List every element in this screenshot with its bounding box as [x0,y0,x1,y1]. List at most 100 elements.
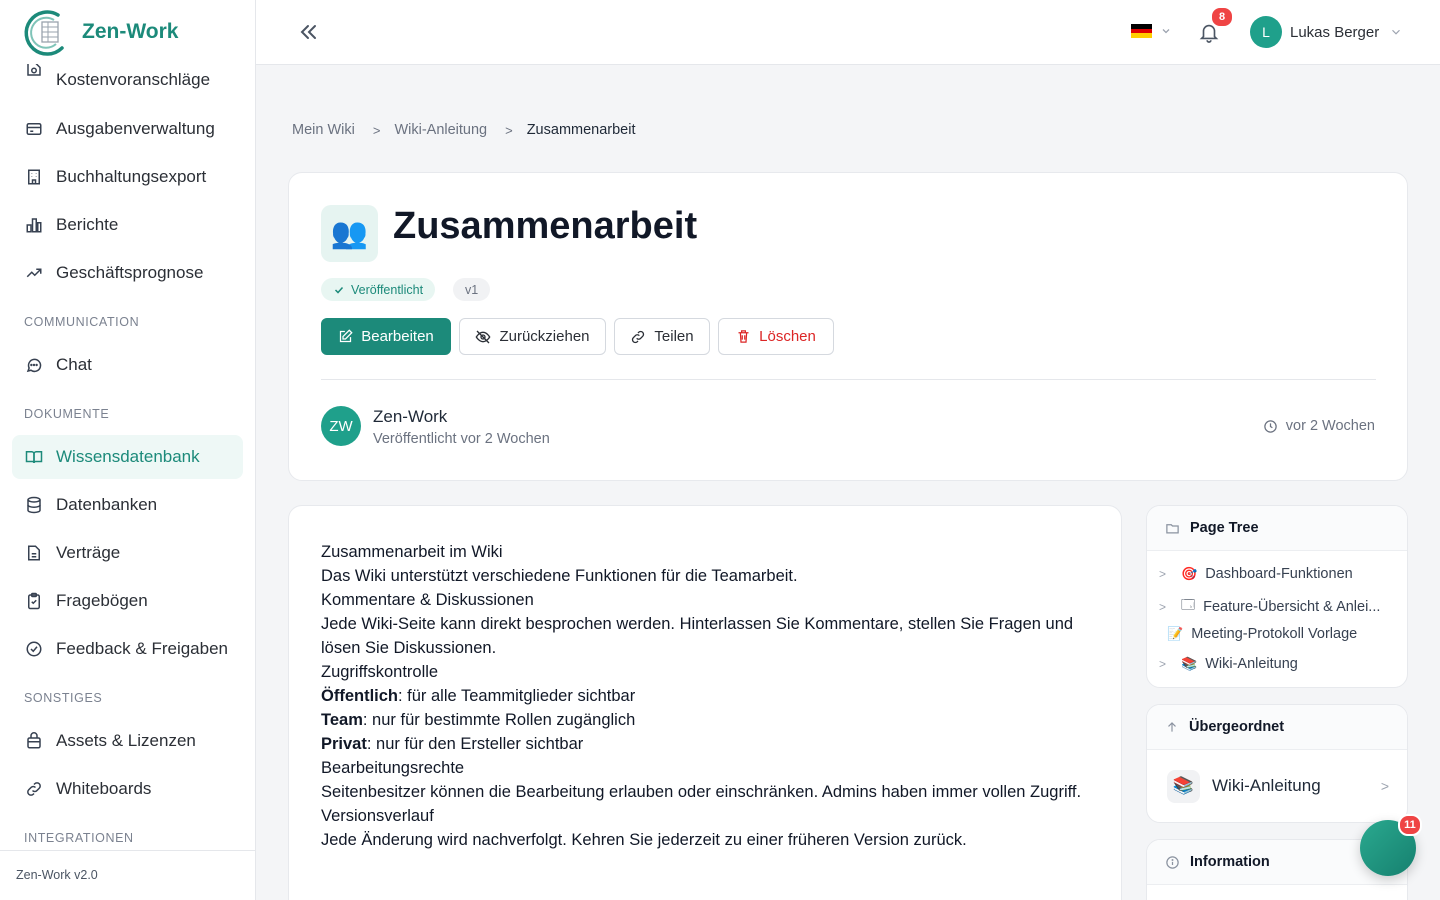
notifications-bell-icon[interactable]: 8 [1198,6,1234,44]
sidebar-item-label: Fragebögen [56,591,148,610]
content-bold: Öffentlich [321,687,398,705]
sidebar-item-label: Wissensdatenbank [56,447,200,466]
window-icon: 🗔 [1181,597,1196,612]
sidebar-item-label: Assets & Lizenzen [56,731,196,750]
sidebar-item-feedback-freigaben[interactable]: Feedback & Freigaben [12,627,243,671]
page-content-card: Zusammenarbeit im Wiki Das Wiki unterstü… [288,505,1122,900]
tree-item-meeting-template[interactable]: 📝 Meeting-Protokoll Vorlage [1167,626,1357,642]
status-badge: Veröffentlicht [321,278,436,301]
user-name: Lukas Berger [1290,23,1380,41]
content-heading: Zusammenarbeit im Wiki [321,543,503,561]
sidebar: Zen-Work Kostenvoranschläge Ausgabenverw… [0,0,256,900]
eye-off-icon [475,329,491,345]
chat-icon [24,355,44,375]
sidebar-item-assets-lizenzen[interactable]: Assets & Lizenzen [12,719,243,763]
content-paragraph: Jede Änderung wird nachverfolgt. Kehren … [321,831,967,849]
database-icon [24,495,44,515]
parent-page-link[interactable]: 📚 Wiki-Anleitung > [1167,769,1389,803]
chevron-right-icon[interactable]: > [1159,600,1175,614]
logo[interactable]: Zen-Work [0,0,255,64]
tree-item-dashboard[interactable]: > 🎯 Dashboard-Funktionen [1159,566,1353,582]
content-heading: Versionsverlauf [321,807,434,825]
sidebar-item-datenbanken[interactable]: Datenbanken [12,483,243,527]
tree-item-label: Wiki-Anleitung [1205,656,1298,672]
breadcrumb-current: Zusammenarbeit [526,122,636,138]
app-name: Zen-Work [82,20,179,43]
section-integrationen: INTEGRATIONEN [24,831,134,845]
fab-badge: 11 [1398,814,1422,836]
share-button[interactable]: Teilen [614,318,710,355]
top-header: 8 L Lukas Berger [256,0,1440,65]
clock-icon [1263,419,1278,434]
folder-icon [1165,521,1180,536]
breadcrumb-item[interactable]: Wiki-Anleitung [394,122,487,138]
version-badge: v1 [453,278,491,301]
sidebar-item-geschaeftsprognose[interactable]: Geschäftsprognose [12,251,243,295]
content-text: : nur für den Ersteller sichtbar [366,735,584,753]
chevron-right-icon: > [505,122,513,138]
status-label: Veröffentlicht [351,282,424,297]
sidebar-item-frageboegen[interactable]: Fragebögen [12,579,243,623]
page-emoji-icon[interactable]: 👥 [321,205,378,262]
content-paragraph: Seitenbesitzer können die Bearbeitung er… [321,783,1082,801]
tree-item-wiki-guide[interactable]: > 📚 Wiki-Anleitung [1159,656,1298,672]
chevron-right-icon: > [372,122,381,138]
sidebar-item-label: Datenbanken [56,495,158,514]
sidebar-item-label: Ausgabenverwaltung [56,119,215,138]
edit-icon [338,329,353,344]
section-dokumente: DOKUMENTE [24,407,110,421]
parent-header: Übergeordnet [1147,705,1407,750]
delete-button[interactable]: Löschen [718,318,834,355]
sidebar-item-ausgabenverwaltung[interactable]: Ausgabenverwaltung [12,107,243,151]
logo-icon [18,6,70,58]
sidebar-item-buchhaltungsexport[interactable]: Buchhaltungsexport [12,155,243,199]
edit-label: Bearbeiten [361,328,434,345]
check-icon [333,284,345,296]
language-selector[interactable] [1131,24,1172,39]
check-circle-icon [24,639,44,659]
sidebar-item-whiteboards[interactable]: Whiteboards [12,767,243,811]
page-content: Zusammenarbeit im Wiki Das Wiki unterstü… [321,540,1101,852]
notifications-badge: 8 [1210,6,1234,28]
sidebar-item-kostenvoranschlaege[interactable]: Kostenvoranschläge [12,58,243,102]
tree-item-feature-overview[interactable]: > 🗔 Feature-Übersicht & Anlei... [1159,596,1380,618]
content-list-item: Team: nur für bestimmte Rollen zugänglic… [321,708,1101,732]
memo-icon: 📝 [1167,626,1184,641]
sidebar-item-label: Berichte [56,215,119,234]
sidebar-item-chat[interactable]: Chat [12,343,243,387]
sidebar-item-label: Whiteboards [56,779,152,798]
chevron-down-icon [1160,25,1172,37]
edit-button[interactable]: Bearbeiten [321,318,451,355]
breadcrumb-item[interactable]: Mein Wiki [292,122,355,138]
chevron-down-icon [1389,25,1403,39]
trash-icon [736,329,751,344]
tree-item-label: Meeting-Protokoll Vorlage [1191,626,1358,642]
tree-item-label: Feature-Übersicht & Anlei... [1203,599,1381,615]
content-list-item: Privat: nur für den Ersteller sichtbar [321,732,1101,756]
page-tree-header: Page Tree [1147,506,1407,551]
sidebar-item-berichte[interactable]: Berichte [12,203,243,247]
building-icon [24,167,44,187]
chevron-right-icon[interactable]: > [1159,657,1175,671]
bar-chart-icon [24,215,44,235]
page-header-card: 👥 Zusammenarbeit Veröffentlicht v1 Bearb… [288,172,1408,481]
share-label: Teilen [654,328,694,345]
withdraw-button[interactable]: Zurückziehen [459,318,606,355]
clipboard-icon [24,591,44,611]
breadcrumb: Mein Wiki > Wiki-Anleitung > Zusammenarb… [292,122,636,138]
section-sonstiges: SONSTIGES [24,691,103,705]
page-tree-card: Page Tree > 🎯 Dashboard-Funktionen > 🗔 F… [1146,505,1408,688]
updated-time: vor 2 Wochen [1263,418,1375,434]
wallet-icon [24,119,44,139]
books-icon: 📚 [1167,769,1200,803]
chevron-right-icon[interactable]: > [1159,567,1175,581]
books-icon: 📚 [1181,656,1198,671]
user-menu[interactable]: L Lukas Berger [1250,16,1403,48]
sidebar-item-label: Feedback & Freigaben [56,639,228,658]
content-bold: Privat [321,735,367,753]
chat-assistant-button[interactable]: 11 [1360,814,1422,876]
content-text: : nur für bestimmte Rollen zugänglich [362,711,636,729]
sidebar-item-vertraege[interactable]: Verträge [12,531,243,575]
collapse-sidebar-icon[interactable] [296,20,320,44]
sidebar-item-wissensdatenbank[interactable]: Wissensdatenbank [12,435,243,479]
